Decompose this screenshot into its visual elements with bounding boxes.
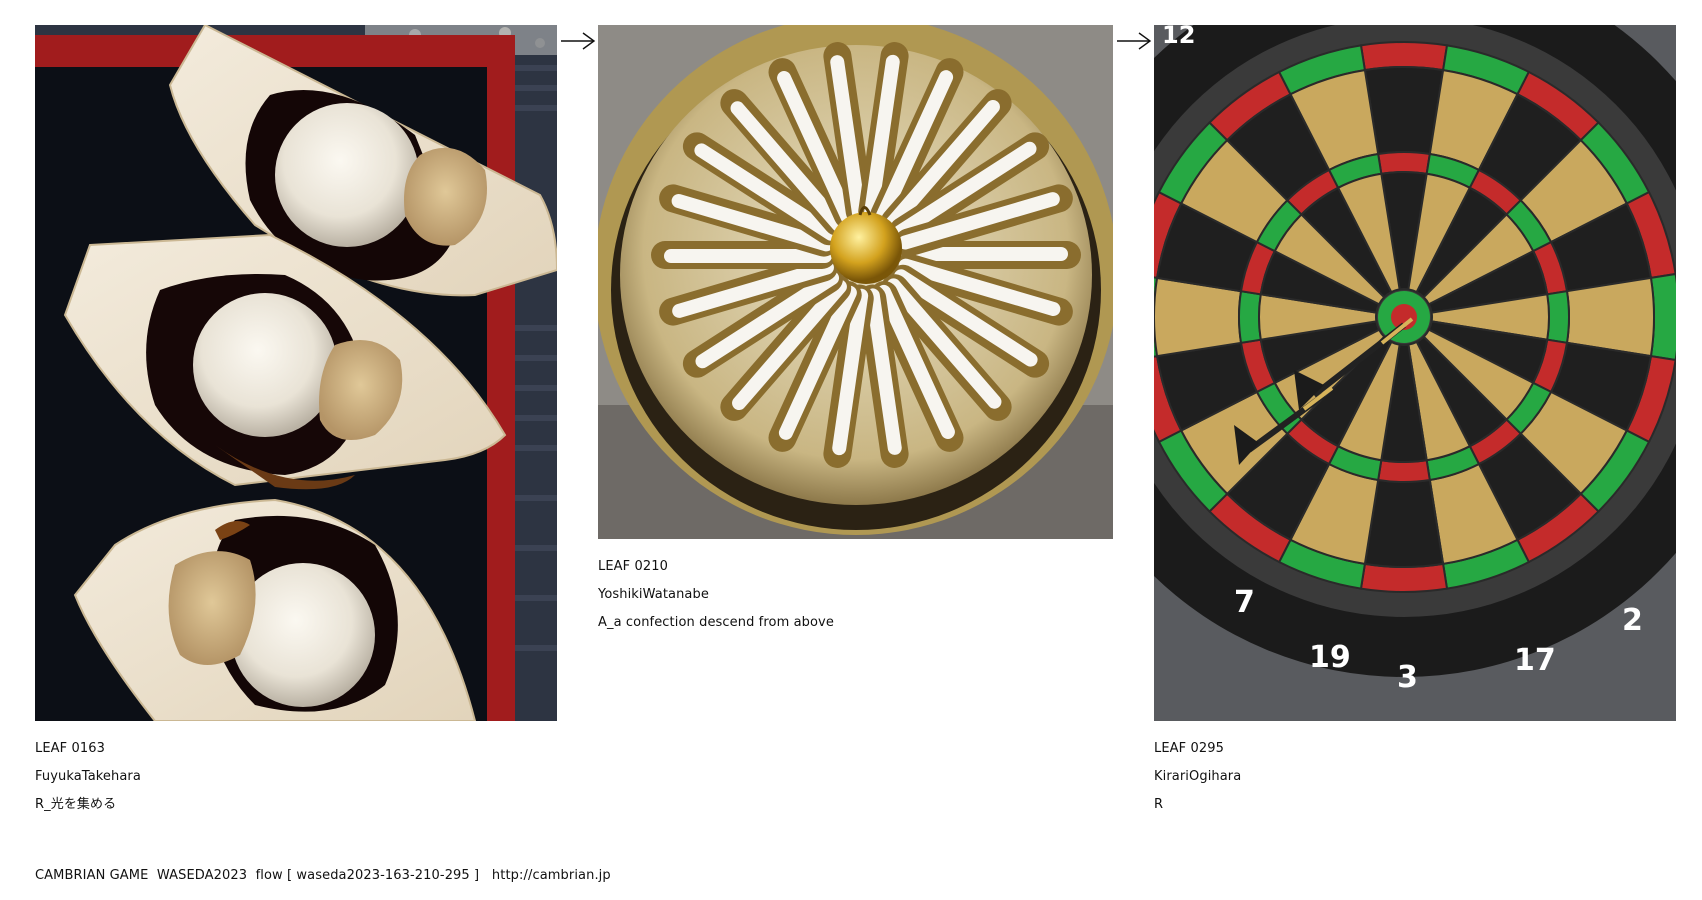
dartboard-number: 2: [1622, 603, 1643, 638]
author-name[interactable]: YoshikiWatanabe: [598, 581, 1113, 609]
work-title: A_a confection descend from above: [598, 615, 834, 630]
dartboard-number: 12: [1162, 25, 1195, 49]
dartboard-number: 19: [1309, 640, 1351, 675]
work-title: R_光を集める: [35, 797, 117, 812]
author-name[interactable]: KirariOgihara: [1154, 763, 1676, 791]
warabi-mochi-sweets-photo[interactable]: [35, 25, 557, 721]
dartboard-number: 7: [1234, 585, 1255, 620]
leaf-card-0295: 12 7 19 3 17 2 LEAF 0295 KirariOgihara R: [1154, 25, 1676, 819]
footer-brand: CAMBRIAN GAME WASEDA2023 flow [ waseda20…: [35, 868, 480, 883]
dartboard-photo[interactable]: 12 7 19 3 17 2: [1154, 25, 1676, 721]
dartboard-number: 17: [1514, 643, 1556, 678]
leaf-card-0163: LEAF 0163 FuyukaTakehara R_光を集める: [35, 25, 557, 819]
leaf-card-0210: LEAF 0210 YoshikiWatanabe A_a confection…: [598, 25, 1113, 637]
dartboard-number: 3: [1397, 660, 1418, 695]
author-name[interactable]: FuyukaTakehara: [35, 763, 557, 791]
work-title: R: [1154, 797, 1164, 812]
arrow-right-icon: [1117, 32, 1152, 50]
footer: CAMBRIAN GAME WASEDA2023 flow [ waseda20…: [35, 868, 611, 883]
footer-link[interactable]: http://cambrian.jp: [492, 868, 611, 883]
leaf-id: LEAF 0163: [35, 741, 105, 756]
leaf-id: LEAF 0295: [1154, 741, 1224, 756]
leaf-id: LEAF 0210: [598, 559, 668, 574]
radial-confection-photo[interactable]: [598, 25, 1113, 539]
arrow-right-icon: [561, 32, 596, 50]
